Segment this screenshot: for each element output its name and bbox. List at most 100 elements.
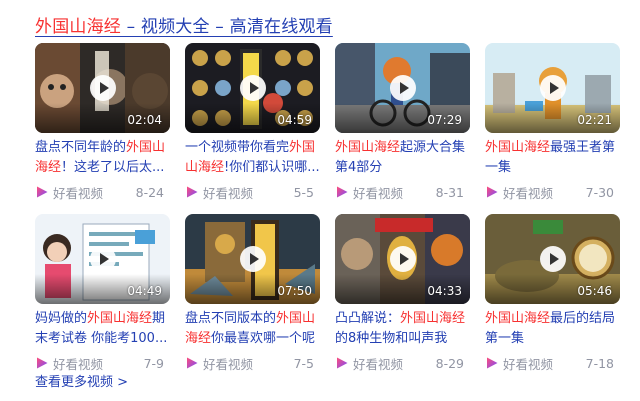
video-thumbnail[interactable]: 04:33 — [335, 214, 470, 304]
video-thumbnail[interactable]: 02:04 — [35, 43, 170, 133]
video-date: 5-5 — [293, 184, 314, 200]
title-suffix: 第一集 — [485, 331, 525, 346]
video-meta: 好看视频 5-5 — [185, 183, 320, 201]
title-highlight: 外国山 — [276, 311, 316, 326]
haokan-play-icon — [337, 357, 348, 369]
video-thumbnail[interactable]: 05:46 — [485, 214, 620, 304]
title-highlight: 外国山 — [126, 140, 166, 155]
video-meta: 好看视频 8-24 — [35, 183, 170, 201]
video-thumbnail[interactable]: 04:49 — [35, 214, 170, 304]
video-title-link[interactable]: 盘点不同版本的外国山海经你最喜欢哪一个呢 — [185, 309, 320, 349]
title-highlight: 外国山海经 — [35, 17, 121, 37]
title-highlight: 外国山海经 — [400, 311, 466, 326]
title-suffix: ！这老了以后太... — [61, 160, 165, 175]
play-icon[interactable] — [389, 246, 416, 272]
video-duration: 04:49 — [127, 284, 162, 298]
title-prefix: 盘点不同年龄的 — [35, 140, 127, 155]
video-card[interactable]: 04:33 凸凸解说：外国山海经的8种生物和叫声我要... 好看视频 8-29 — [335, 214, 470, 372]
video-card[interactable]: 04:49 妈妈做的外国山海经期末考试卷 你能考100... 好看视频 7-9 — [35, 214, 170, 372]
video-source: 好看视频 — [53, 356, 104, 372]
title-highlight: 外国山海经 — [87, 311, 153, 326]
video-date: 7-5 — [293, 355, 314, 371]
video-card[interactable]: 04:59 一个视频带你看完外国山海经!你们都认识哪... 好看视频 5-5 — [185, 43, 320, 201]
haokan-play-icon — [487, 357, 498, 369]
title-suffix: 末考试卷 你能考100... — [35, 331, 168, 346]
video-title-link[interactable]: 外国山海经起源大合集第4部分 — [335, 138, 470, 178]
video-title-link[interactable]: 凸凸解说：外国山海经的8种生物和叫声我要... — [335, 309, 470, 349]
video-card[interactable]: 07:29 外国山海经起源大合集第4部分 好看视频 8-31 — [335, 43, 470, 201]
video-meta: 好看视频 8-31 — [335, 183, 470, 201]
title-middle: 期 — [152, 311, 166, 326]
video-duration: 05:46 — [577, 284, 612, 298]
title-suffix: !你们都认识哪... — [224, 160, 320, 175]
video-title-link[interactable]: 盘点不同年龄的外国山海经！这老了以后太... — [35, 138, 170, 178]
title-highlight: 外国山海经 — [485, 311, 551, 326]
video-grid: 02:04 盘点不同年龄的外国山海经！这老了以后太... 好看视频 8-24 0… — [35, 43, 620, 372]
haokan-play-icon — [37, 186, 48, 198]
title-prefix: 一个视频带你看完 — [185, 140, 290, 155]
title-highlight-2: 海经 — [35, 160, 62, 175]
haokan-play-icon — [337, 186, 348, 198]
play-icon[interactable] — [89, 75, 116, 101]
video-card[interactable]: 07:50 盘点不同版本的外国山海经你最喜欢哪一个呢 好看视频 7-5 — [185, 214, 320, 372]
video-date: 8-31 — [435, 184, 464, 200]
title-suffix: 的8种生物和叫声我要... — [335, 331, 448, 346]
play-icon[interactable] — [239, 75, 266, 101]
video-meta: 好看视频 7-18 — [485, 354, 620, 372]
video-thumbnail[interactable]: 07:50 — [185, 214, 320, 304]
video-duration: 02:21 — [577, 113, 612, 127]
video-source: 好看视频 — [503, 185, 554, 201]
results-header: 外国山海经 – 视频大全 – 高清在线观看 — [35, 12, 333, 37]
haokan-play-icon — [487, 186, 498, 198]
video-date: 8-29 — [435, 355, 464, 371]
video-meta: 好看视频 7-30 — [485, 183, 620, 201]
play-icon[interactable] — [539, 246, 566, 272]
video-title-link[interactable]: 外国山海经最后的结局第一集 — [485, 309, 620, 349]
haokan-play-icon — [187, 357, 198, 369]
video-results-title-link[interactable]: 外国山海经 – 视频大全 – 高清在线观看 — [35, 17, 333, 37]
play-icon[interactable] — [89, 246, 116, 272]
video-duration: 07:50 — [277, 284, 312, 298]
video-date: 7-18 — [585, 355, 614, 371]
video-duration: 04:59 — [277, 113, 312, 127]
video-source: 好看视频 — [203, 185, 254, 201]
video-source: 好看视频 — [353, 356, 404, 372]
title-highlight-2: 山海经 — [185, 160, 225, 175]
title-highlight: 外国山海经 — [335, 140, 401, 155]
video-thumbnail[interactable]: 07:29 — [335, 43, 470, 133]
title-middle: 起源大合集 — [400, 140, 466, 155]
video-meta: 好看视频 7-5 — [185, 354, 320, 372]
video-duration: 04:33 — [427, 284, 462, 298]
play-icon[interactable] — [539, 75, 566, 101]
title-middle: 最后的结局 — [550, 311, 616, 326]
title-prefix: 凸凸解说： — [335, 311, 401, 326]
play-icon[interactable] — [239, 246, 266, 272]
play-icon[interactable] — [389, 75, 416, 101]
haokan-play-icon — [37, 357, 48, 369]
title-rest: – 视频大全 – 高清在线观看 — [121, 17, 333, 37]
haokan-play-icon — [187, 186, 198, 198]
title-prefix: 盘点不同版本的 — [185, 311, 277, 326]
video-source: 好看视频 — [353, 185, 404, 201]
video-thumbnail[interactable]: 02:21 — [485, 43, 620, 133]
video-title-link[interactable]: 一个视频带你看完外国山海经!你们都认识哪... — [185, 138, 320, 178]
video-card[interactable]: 02:21 外国山海经最强王者第一集 好看视频 7-30 — [485, 43, 620, 201]
title-suffix: 一集 — [485, 160, 512, 175]
title-prefix: 妈妈做的 — [35, 311, 88, 326]
video-source: 好看视频 — [503, 356, 554, 372]
video-meta: 好看视频 8-29 — [335, 354, 470, 372]
video-duration: 02:04 — [127, 113, 162, 127]
video-title-link[interactable]: 外国山海经最强王者第一集 — [485, 138, 620, 178]
video-card[interactable]: 02:04 盘点不同年龄的外国山海经！这老了以后太... 好看视频 8-24 — [35, 43, 170, 201]
title-suffix: 第4部分 — [335, 160, 383, 175]
title-suffix: 你最喜欢哪一个呢 — [211, 331, 316, 346]
video-title-link[interactable]: 妈妈做的外国山海经期末考试卷 你能考100... — [35, 309, 170, 349]
video-card[interactable]: 05:46 外国山海经最后的结局第一集 好看视频 7-18 — [485, 214, 620, 372]
video-date: 7-30 — [585, 184, 614, 200]
title-middle: 最强王者第 — [550, 140, 616, 155]
video-thumbnail[interactable]: 04:59 — [185, 43, 320, 133]
title-highlight-2: 海经 — [185, 331, 212, 346]
video-source: 好看视频 — [203, 356, 254, 372]
video-duration: 07:29 — [427, 113, 462, 127]
view-more-videos-link[interactable]: 查看更多视频 > — [35, 371, 128, 390]
